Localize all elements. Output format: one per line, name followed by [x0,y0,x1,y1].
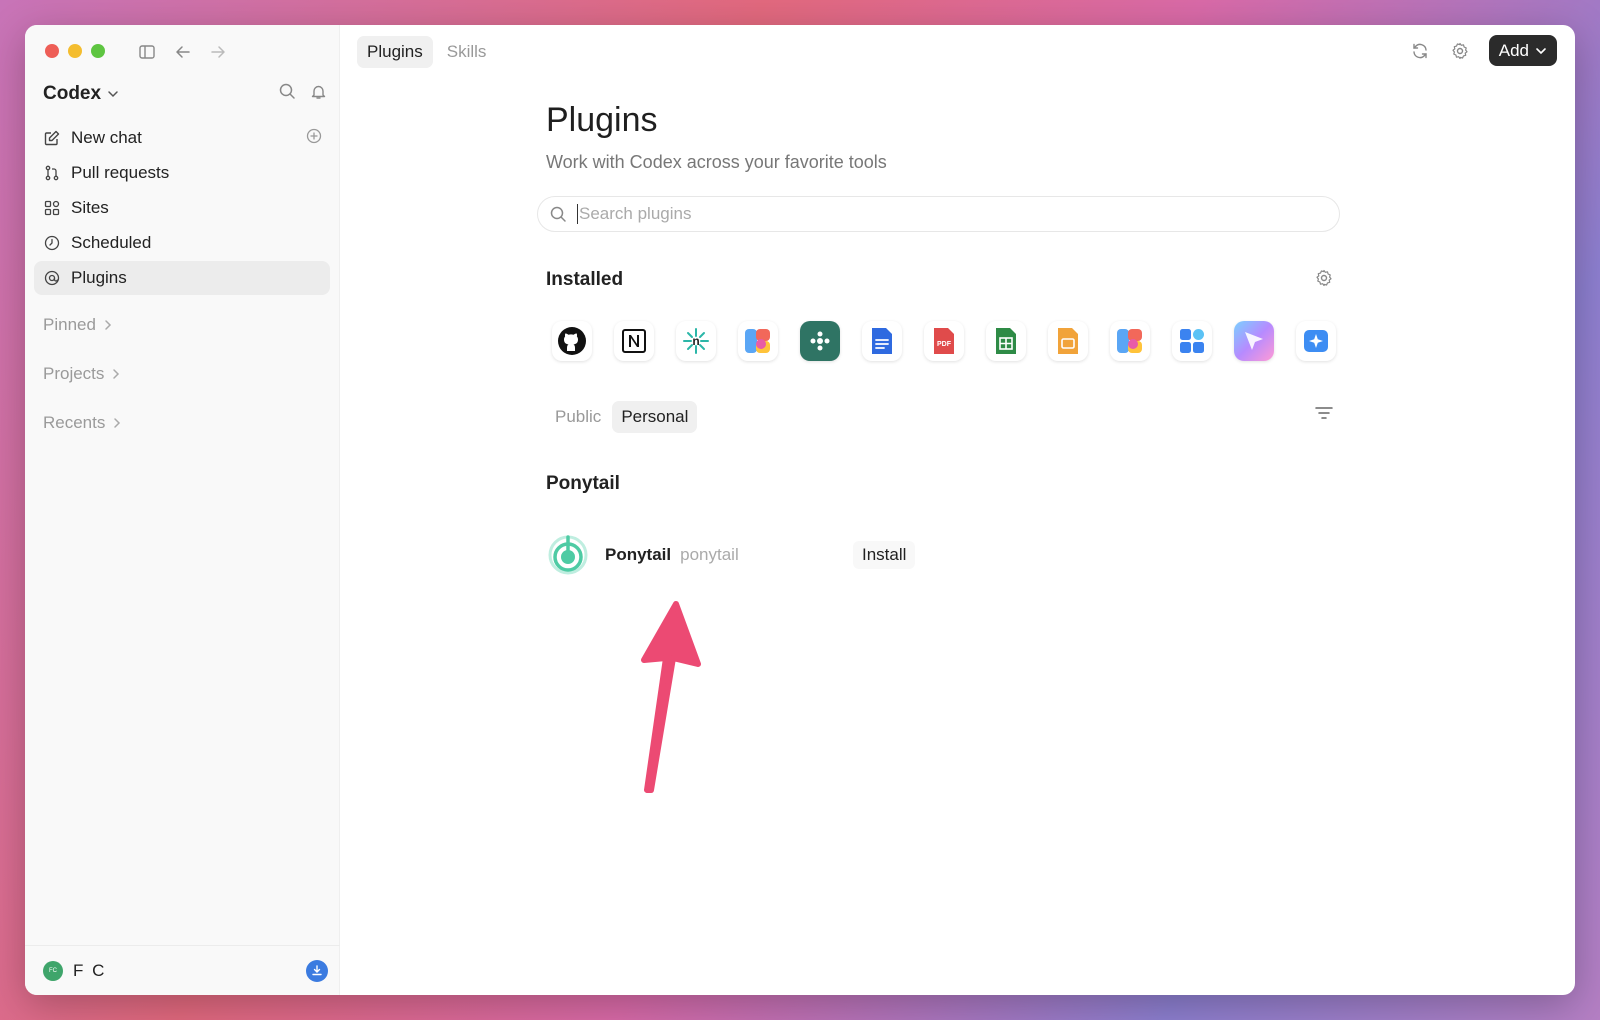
download-icon [312,964,322,975]
sidebar-item-label: New chat [71,128,142,147]
filter-icon[interactable] [1315,406,1333,425]
sidebar-nav: New chat Pull requests Sites Scheduled P… [34,121,330,296]
search-icon[interactable] [279,83,296,100]
plugin-name: Ponytail [605,545,672,564]
top-tabs: Plugins Skills [357,36,496,68]
zoom-window-button[interactable] [91,44,105,58]
tab-plugins[interactable]: Plugins [357,36,433,68]
gear-icon[interactable] [1449,40,1471,62]
sidebar: Codex New chat Pull requests Sites Sched… [25,25,340,995]
chevron-right-icon [105,320,111,330]
workspace-name: Codex [43,83,102,104]
svg-text:n: n [692,334,699,348]
installed-title: Installed [546,269,624,290]
window-controls [45,44,105,58]
sidebar-footer: FC F C [25,945,340,995]
search-icon [550,206,566,222]
n8n-icon[interactable]: n [676,321,716,361]
sidebar-item-label: Plugins [71,268,127,287]
sidebar-section-pinned[interactable]: Pinned [43,315,112,335]
tab-personal[interactable]: Personal [612,401,698,433]
pdf-label: PDF [937,341,952,348]
apps-grid-icon[interactable] [1172,321,1212,361]
chevron-down-icon [1536,47,1546,54]
add-button[interactable]: Add [1488,35,1557,66]
cursor-icon[interactable] [1234,321,1274,361]
tab-skills[interactable]: Skills [437,36,497,68]
back-arrow-icon[interactable] [173,42,193,62]
sidebar-item-sites[interactable]: Sites [34,191,330,225]
search-input[interactable]: Search plugins [537,196,1340,232]
sidebar-item-label: Sites [71,198,109,217]
sidebar-item-label: Scheduled [71,233,152,252]
pdf-icon[interactable]: PDF [924,321,964,361]
figma-like-icon[interactable] [738,321,778,361]
compose-icon [43,129,61,147]
filter-tabs: Public Personal [546,401,698,433]
sidebar-item-plugins[interactable]: Plugins [34,261,330,295]
avatar[interactable]: FC [43,960,63,981]
sidebar-item-label: Pull requests [71,163,170,182]
section-label: Recents [43,413,106,432]
github-icon[interactable] [552,321,592,361]
sidebar-item-scheduled[interactable]: Scheduled [34,226,330,260]
section-title: Ponytail [546,473,620,494]
sidebar-item-new-chat[interactable]: New chat [34,121,330,155]
workspace-switcher[interactable]: Codex [43,83,119,105]
sidebar-section-projects[interactable]: Projects [43,364,120,384]
plus-circle-icon[interactable] [306,128,322,149]
installed-header: Installed [546,269,1346,291]
installed-plugins: n PDF [552,321,1336,361]
sidebar-section-recents[interactable]: Recents [43,413,121,433]
sheets-icon[interactable] [986,321,1026,361]
minimize-window-button[interactable] [68,44,82,58]
plugin-row[interactable]: Ponytail ponytail Install [548,535,928,575]
slides-icon[interactable] [1048,321,1088,361]
install-button[interactable]: Install [853,541,916,569]
pull-request-icon [43,164,61,182]
close-window-button[interactable] [45,44,59,58]
docs-icon[interactable] [862,321,902,361]
chevron-right-icon [114,418,121,428]
tab-public[interactable]: Public [546,401,610,433]
search-placeholder: Search plugins [577,204,692,224]
download-button[interactable] [306,959,328,982]
sidebar-toggle-icon[interactable] [137,42,157,62]
section-label: Pinned [43,315,96,334]
refresh-icon[interactable] [1409,40,1431,62]
gear-icon[interactable] [1315,269,1333,293]
ponytail-logo-icon [548,535,588,575]
plugin-icon [43,269,61,287]
chevron-down-icon [108,91,118,98]
page-title: Plugins [546,101,658,139]
sidebar-item-pull-requests[interactable]: Pull requests [34,156,330,190]
add-button-label: Add [1498,40,1529,60]
plugin-id: ponytail [680,545,739,564]
sparkle-icon[interactable] [1296,321,1336,361]
section-label: Projects [43,364,105,383]
app-window: Codex New chat Pull requests Sites Sched… [25,25,1575,995]
chevron-right-icon [113,369,120,379]
notion-icon[interactable] [614,321,654,361]
page-subtitle: Work with Codex across your favorite too… [546,152,887,172]
bell-icon[interactable] [310,83,327,100]
clock-icon [43,234,61,252]
sites-icon [43,199,61,217]
forward-arrow-icon[interactable] [208,42,228,62]
figma-like-icon-2[interactable] [1110,321,1150,361]
top-actions: Add [1409,35,1557,66]
user-name[interactable]: F C [73,961,106,981]
connector-icon[interactable] [800,321,840,361]
